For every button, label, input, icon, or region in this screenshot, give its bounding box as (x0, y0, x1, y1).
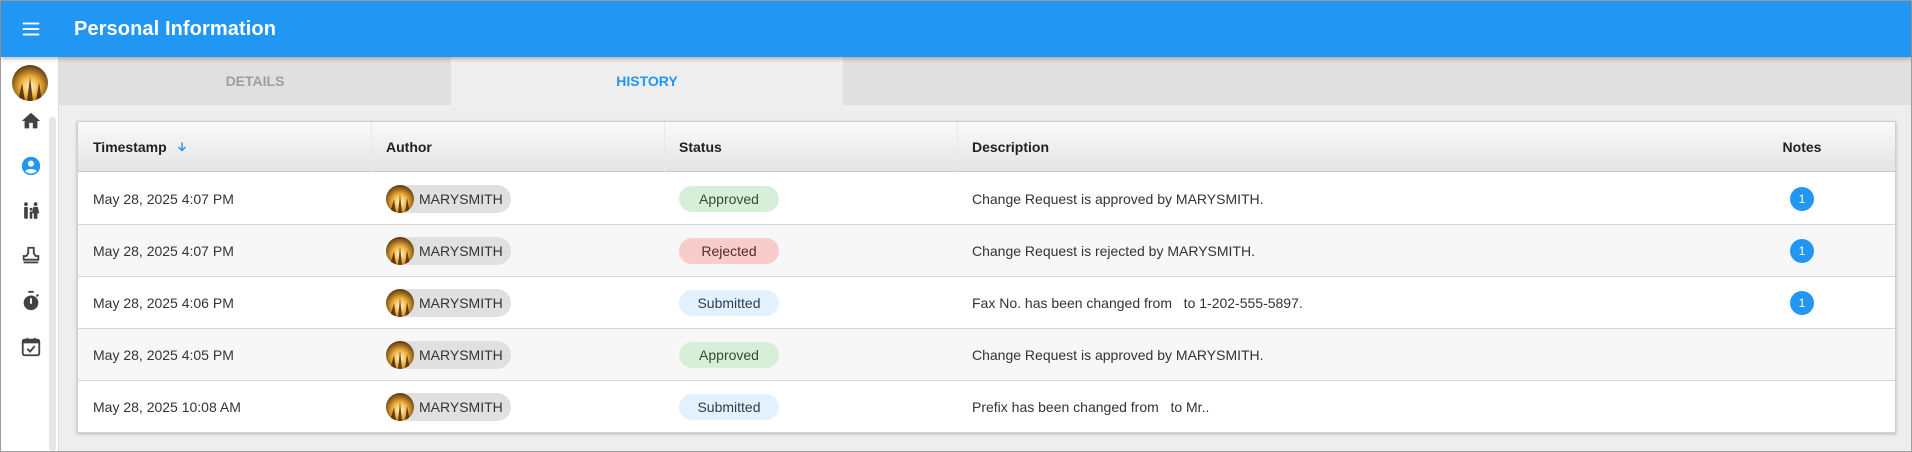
column-divider (664, 122, 665, 172)
status-badge: Approved (679, 186, 779, 212)
hamburger-menu-icon (22, 22, 40, 36)
table-row[interactable]: May 28, 2025 10:08 AM MARYSMITH Submitted P… (78, 381, 1895, 433)
author-cell: MARYSMITH (386, 329, 511, 381)
description-cell: Change Request is approved by MARYSMITH. (972, 191, 1264, 207)
table-row[interactable]: May 28, 2025 4:07 PM MARYSMITH Rejected Cha… (78, 225, 1895, 277)
person-icon (21, 156, 41, 176)
author-avatar-image (386, 393, 414, 421)
description-cell: Change Request is rejected by MARYSMITH. (972, 243, 1255, 259)
author-avatar-image (386, 237, 414, 265)
author-avatar (386, 341, 414, 369)
calendar-check-icon (21, 337, 41, 357)
notes-count-badge[interactable]: 1 (1790, 187, 1814, 211)
status-badge: Submitted (679, 290, 779, 316)
table-row[interactable]: May 28, 2025 4:06 PM MARYSMITH Submitted Fa… (78, 277, 1895, 329)
tab-details[interactable]: DETAILS (59, 57, 451, 105)
description-cell: Change Request is approved by MARYSMITH. (972, 347, 1264, 363)
status-badge: Rejected (679, 238, 779, 264)
description-cell: Prefix has been changed from to Mr.. (972, 399, 1210, 415)
page-title: Personal Information (74, 17, 277, 40)
author-chip[interactable]: MARYSMITH (386, 185, 511, 213)
timer-icon (23, 290, 40, 311)
notes-cell: 1 (1772, 277, 1832, 329)
notes-cell: 1 (1772, 173, 1832, 225)
timestamp-cell: May 28, 2025 10:08 AM (93, 399, 241, 415)
status-cell: Submitted (679, 381, 779, 433)
description-cell: Fax No. has been changed from to 1-202-5… (972, 295, 1303, 311)
timestamp-cell: May 28, 2025 4:07 PM (93, 191, 234, 207)
rail-item-stamp[interactable] (17, 242, 45, 270)
author-chip[interactable]: MARYSMITH (386, 341, 511, 369)
tab-history[interactable]: HISTORY (451, 57, 843, 105)
app-bar: Personal Information (1, 1, 1911, 57)
rail-item-person[interactable] (17, 152, 45, 180)
author-cell: MARYSMITH (386, 173, 511, 225)
author-name: MARYSMITH (419, 347, 503, 363)
status-badge: Approved (679, 342, 779, 368)
status-cell: Approved (679, 329, 779, 381)
column-header-description[interactable]: Description (972, 122, 1049, 172)
author-name: MARYSMITH (419, 399, 503, 415)
author-cell: MARYSMITH (386, 225, 511, 277)
column-divider (371, 122, 372, 172)
author-name: MARYSMITH (419, 243, 503, 259)
table-row[interactable]: May 28, 2025 4:07 PM MARYSMITH Approved Cha… (78, 173, 1895, 225)
stamp-icon (22, 246, 40, 264)
rail-scrollbar[interactable] (49, 117, 56, 451)
author-avatar (386, 185, 414, 213)
column-header-notes[interactable]: Notes (1772, 122, 1832, 172)
status-badge: Submitted (679, 394, 779, 420)
notes-count-badge[interactable]: 1 (1790, 239, 1814, 263)
column-header-author[interactable]: Author (386, 122, 432, 172)
nav-rail (1, 57, 59, 451)
app-window: Personal Information DETAILS HISTORY Tim… (0, 0, 1912, 452)
column-header-timestamp[interactable]: Timestamp (93, 122, 189, 172)
author-avatar-image (386, 185, 414, 213)
timestamp-cell: May 28, 2025 4:07 PM (93, 243, 234, 259)
status-cell: Submitted (679, 277, 779, 329)
tab-bar: DETAILS HISTORY (59, 57, 1911, 105)
author-avatar (386, 393, 414, 421)
rail-item-home[interactable] (17, 107, 45, 135)
author-avatar (386, 237, 414, 265)
sort-descending-icon[interactable] (175, 140, 189, 154)
status-cell: Approved (679, 173, 779, 225)
author-avatar-image (386, 341, 414, 369)
column-divider (957, 122, 958, 172)
history-table: Timestamp Author Status Description Note… (77, 121, 1896, 433)
family-icon (24, 202, 40, 219)
author-chip[interactable]: MARYSMITH (386, 289, 511, 317)
author-name: MARYSMITH (419, 295, 503, 311)
rail-item-family[interactable] (17, 197, 45, 225)
rail-item-timer[interactable] (17, 287, 45, 315)
notes-cell: 1 (1772, 225, 1832, 277)
author-avatar-image (386, 289, 414, 317)
timestamp-cell: May 28, 2025 4:05 PM (93, 347, 234, 363)
author-avatar (386, 289, 414, 317)
home-icon (21, 112, 41, 129)
author-name: MARYSMITH (419, 191, 503, 207)
status-cell: Rejected (679, 225, 779, 277)
author-cell: MARYSMITH (386, 277, 511, 329)
history-panel: Timestamp Author Status Description Note… (59, 105, 1911, 451)
avatar-image (12, 65, 48, 101)
author-chip[interactable]: MARYSMITH (386, 393, 511, 421)
timestamp-cell: May 28, 2025 4:06 PM (93, 295, 234, 311)
table-row[interactable]: May 28, 2025 4:05 PM MARYSMITH Approved Cha… (78, 329, 1895, 381)
author-chip[interactable]: MARYSMITH (386, 237, 511, 265)
rail-item-calendar[interactable] (17, 333, 45, 361)
column-header-status[interactable]: Status (679, 122, 722, 172)
column-label-timestamp: Timestamp (93, 139, 167, 155)
user-avatar[interactable] (12, 65, 48, 101)
author-cell: MARYSMITH (386, 381, 511, 433)
notes-count-badge[interactable]: 1 (1790, 291, 1814, 315)
menu-button[interactable] (1, 1, 61, 57)
table-header: Timestamp Author Status Description Note… (78, 122, 1895, 172)
